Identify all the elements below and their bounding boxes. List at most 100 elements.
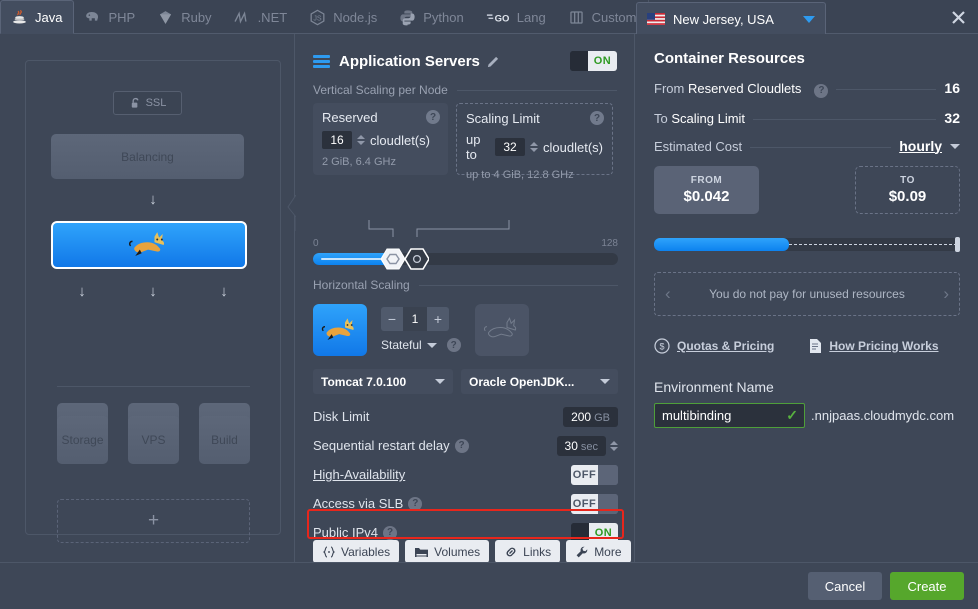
question-icon[interactable]: ? [454,438,469,453]
question-icon[interactable]: ? [814,83,829,98]
tab-custom[interactable]: Custom [558,0,649,34]
tab-label: PHP [108,9,136,25]
pencil-icon[interactable] [487,54,501,68]
prefix: From [654,81,688,96]
links-button[interactable]: Links [495,540,561,563]
cost-to-value: $0.09 [888,187,927,205]
node-count-value[interactable]: 1 [403,307,427,331]
node-instance-active[interactable] [313,304,367,356]
decrement-button[interactable]: − [381,307,403,331]
restart-delay-value: 30 [564,438,578,453]
cancel-button[interactable]: Cancel [808,572,882,600]
chevron-down-icon [803,15,815,23]
vertical-scaling-label: Vertical Scaling per Node [313,83,448,97]
reserved-input-row: 16 cloudlet(s) [322,131,439,149]
prefix: To [654,110,672,126]
tab-go-lang[interactable]: GO Lang [476,0,558,34]
dotnet-icon [233,10,247,24]
volumes-button[interactable]: Volumes [405,540,490,563]
topology-node-vps[interactable]: VPS [128,416,179,464]
scaling-limit-stepper[interactable] [530,142,539,152]
chevron-down-icon[interactable] [950,143,960,149]
quotas-pricing-link[interactable]: $ Quotas & Pricing [654,337,774,354]
button-label: Volumes [434,544,481,559]
option-control: OFF [571,464,618,485]
create-button[interactable]: Create [890,572,964,600]
node-label: Balancing [121,149,174,164]
topology-node-balancing[interactable]: Balancing [51,134,244,179]
tab-ruby[interactable]: Ruby [147,0,223,34]
toggle-knob [598,493,618,514]
increment-button[interactable]: + [427,307,449,331]
jdk-dropdown[interactable]: Oracle OpenJDK... [461,369,618,394]
cloudlet-slider[interactable] [313,248,618,270]
php-elephant-icon [86,11,99,21]
close-icon [951,10,965,24]
how-pricing-works-link[interactable]: How Pricing Works [808,338,939,354]
chevron-right-icon[interactable]: › [943,284,949,304]
scaling-limit-value-input[interactable]: 32 [495,138,526,156]
node-count-group: − 1 + Stateful ? [381,304,461,352]
close-button[interactable] [946,5,970,29]
region-selector[interactable]: New Jersey, USA [636,2,826,35]
high-availability-toggle[interactable]: OFF [571,464,618,485]
topology-node-appserver[interactable] [51,221,247,269]
question-icon[interactable]: ? [446,338,461,352]
scaling-limit-card: Scaling Limit ? up to 32 cloudlet(s) up … [456,103,613,181]
application-servers-panel: Application Servers ON Vertical Scaling … [296,34,635,563]
from-reserved-label: From Reserved Cloudlets [654,81,801,96]
disk-limit-input[interactable]: 200 GB [563,406,618,427]
restart-delay-stepper[interactable] [610,440,618,451]
environment-name-input[interactable]: multibinding ✓ [654,402,805,428]
node-instance-ghost[interactable] [474,304,529,356]
add-node-button[interactable]: + [57,499,250,543]
chevron-down-icon [426,342,437,348]
reserved-slider-handle[interactable] [381,248,405,270]
option-sequential-restart-delay: Sequential restart delay ? 30 sec [313,433,618,458]
question-icon[interactable]: ? [590,111,604,125]
reserved-stepper[interactable] [357,135,365,145]
limit-slider-handle[interactable] [405,248,429,270]
topology-node-storage[interactable]: Storage [57,416,108,464]
tab-label: Ruby [181,9,212,25]
appserver-power-toggle[interactable]: ON [570,51,617,71]
restart-delay-input[interactable]: 30 sec [556,435,606,456]
more-button[interactable]: More [566,540,631,563]
engine-dropdown[interactable]: Tomcat 7.0.100 [313,369,453,394]
slider-connectors [368,220,510,237]
question-icon[interactable]: ? [408,496,423,511]
question-icon[interactable]: ? [383,525,398,540]
vertical-scaling-cards: Reserved ? 16 cloudlet(s) 2 GiB, 6.4 GHz… [313,103,617,181]
tab-nodejs[interactable]: JS Node.js [299,0,389,34]
access-via-slb-toggle[interactable]: OFF [571,493,618,514]
stateful-dropdown[interactable]: Stateful ? [381,338,461,352]
unused-resources-note: ‹ You do not pay for unused resources › [654,271,960,316]
create-environment-dialog: Java PHP Ruby .NET JS Node.js Python GO … [0,0,978,609]
tab-label: Java [35,9,63,25]
ssl-chip[interactable]: SSL [113,91,182,115]
ruby-gem-icon [160,10,172,24]
environment-domain-suffix: .nnjpaas.cloudmydc.com [811,407,955,423]
plus-icon: + [147,510,160,531]
option-control: 200 GB [563,406,618,427]
reserved-note: 2 GiB, 6.4 GHz [322,156,396,168]
reserved-value-input[interactable]: 16 [322,131,352,149]
tab-label: Lang [516,9,546,25]
node-count-stepper[interactable]: − 1 + [381,307,449,331]
option-label[interactable]: High-Availability [313,467,405,482]
hamburger-icon[interactable] [313,54,330,68]
variables-button[interactable]: Variables [313,540,400,563]
us-flag-icon [647,13,665,25]
node-action-buttons: Variables Volumes Links More [313,540,631,563]
tab-php[interactable]: PHP [74,0,147,34]
question-icon[interactable]: ? [426,110,440,124]
topology-node-build[interactable]: Build [199,416,250,464]
stack-tabbar: Java PHP Ruby .NET JS Node.js Python GO … [0,0,978,34]
chevron-left-icon[interactable]: ‹ [665,284,671,304]
flow-arrow-icon: ↓ [149,283,157,300]
billing-period-dropdown[interactable]: hourly [899,138,942,154]
tab-java[interactable]: Java [0,0,75,34]
option-label: Access via SLB [313,496,404,511]
tab-dotnet[interactable]: .NET [224,0,300,34]
tab-python[interactable]: Python [389,0,475,34]
